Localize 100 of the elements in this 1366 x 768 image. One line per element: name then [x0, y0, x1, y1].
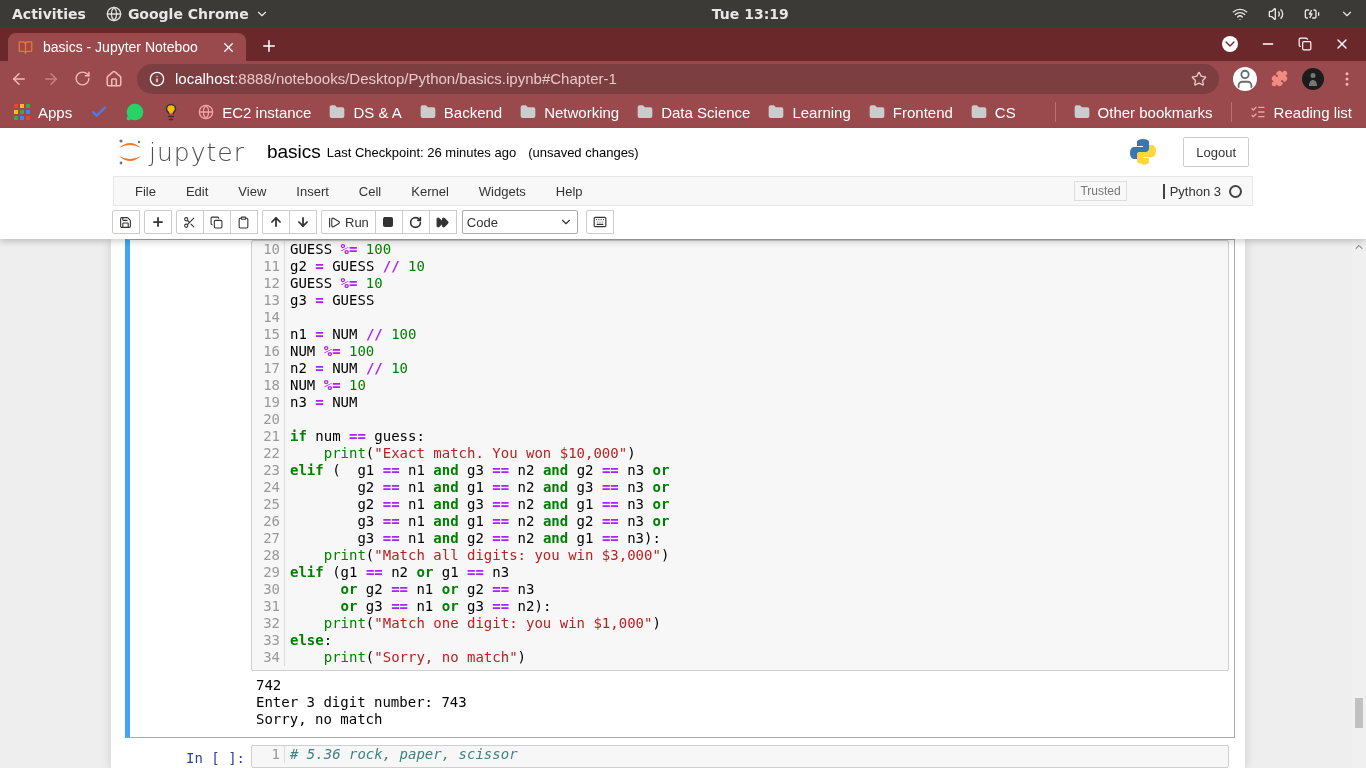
copy-button[interactable] — [203, 210, 231, 234]
menu-item[interactable]: Cell — [343, 183, 397, 199]
code-line: or g2 == n1 or g2 == n3 — [339, 581, 535, 598]
bookmark[interactable]: Data Science — [637, 103, 751, 121]
line-number: 14 — [252, 309, 285, 326]
line-number: 11 — [252, 258, 285, 275]
bookmark[interactable]: Apps — [14, 103, 73, 121]
bookmark[interactable]: CS — [970, 103, 1016, 121]
scissors-icon — [183, 215, 196, 229]
folder-icon — [868, 104, 885, 120]
line-number: 18 — [252, 377, 285, 394]
menu-item[interactable]: Widgets — [463, 183, 541, 199]
menu-item[interactable]: Help — [540, 183, 598, 199]
logout-button[interactable]: Logout — [1183, 137, 1249, 167]
clock[interactable]: Tue 13:19 — [711, 5, 789, 22]
line-number: 21 — [252, 428, 285, 445]
browser-tab[interactable]: basics - Jupyter Noteboo — [8, 33, 246, 61]
line-number: 13 — [252, 292, 285, 309]
menu-item[interactable]: Insert — [281, 183, 344, 199]
restore-icon[interactable] — [1298, 37, 1312, 51]
home-icon[interactable] — [105, 69, 123, 88]
code-line: NUM %= 100 — [289, 343, 375, 360]
menu-item[interactable]: File — [120, 183, 171, 199]
bookmark[interactable]: DS & A — [329, 103, 402, 121]
code-line: g2 = GUESS // 10 — [289, 258, 425, 275]
notebook-name[interactable]: basics — [266, 141, 321, 163]
code-line: elif ( g1 == n1 and g3 == n2 and g2 == n3 or — [289, 462, 670, 479]
code-line: g3 == n1 and g1 == n2 and g2 == n3 or — [356, 513, 670, 530]
folder-icon — [520, 104, 537, 120]
run-all-button[interactable] — [428, 210, 457, 234]
menu-item[interactable]: Edit — [170, 183, 224, 199]
chat-icon — [126, 103, 145, 121]
avatar-icon[interactable] — [1302, 67, 1324, 90]
scrollbar-thumb[interactable] — [1355, 698, 1363, 728]
code-line: NUM %= 10 — [289, 377, 366, 394]
code-line: elif (g1 == n2 or g1 == n3 — [289, 564, 510, 581]
bookmark[interactable]: Networking — [520, 103, 620, 121]
line-number: 27 — [252, 530, 285, 547]
kernel-name[interactable]: Python 3 — [1162, 183, 1221, 199]
save-icon — [119, 215, 132, 229]
notebook-cell[interactable] — [125, 239, 1235, 738]
code-line: n1 = NUM // 100 — [289, 326, 417, 343]
code-line: n3 = NUM — [289, 394, 358, 411]
line-number: 15 — [252, 326, 285, 343]
code-editor[interactable]: 1 # 5.36 rock, paper, scissor — [251, 745, 1229, 768]
cell-type-select[interactable]: Code — [461, 210, 578, 234]
folder-icon — [768, 104, 785, 120]
account-icon[interactable] — [1233, 66, 1257, 91]
keyboard-icon — [592, 215, 607, 229]
code-line: if num == guess: — [289, 428, 425, 445]
menu-item[interactable]: View — [223, 183, 282, 199]
code-line: n2 = NUM // 10 — [289, 360, 409, 377]
copy-icon — [210, 215, 223, 229]
app-menu[interactable]: Google Chrome — [105, 5, 269, 22]
code-line: print("Exact match. You won $10,000") — [322, 445, 636, 462]
move-down-button[interactable] — [289, 210, 317, 234]
folder-icon — [329, 104, 346, 120]
tab-search-icon[interactable] — [1222, 36, 1238, 52]
extensions-icon[interactable] — [1271, 70, 1288, 87]
bookmark[interactable]: Learning — [768, 103, 851, 121]
line-number: 34 — [252, 649, 285, 666]
stop-button[interactable] — [374, 210, 403, 234]
checkpoint-text: Last Checkpoint: 26 minutes ago — [326, 144, 517, 160]
address-bar[interactable]: localhost:8888/notebooks/Desktop/Python/basics.ipynb#Chapter-1 — [137, 63, 1219, 94]
restart-button[interactable] — [401, 210, 430, 234]
paste-button[interactable] — [230, 210, 258, 234]
bookmark-label: Frontend — [892, 103, 953, 121]
bookmark-label: CS — [994, 103, 1016, 121]
volume-icon[interactable] — [1268, 5, 1284, 22]
arrow-up-icon — [269, 215, 283, 229]
notebook-cell[interactable]: In [ ]: 1 # 5.36 rock, paper, scissor — [125, 744, 1235, 768]
cut-button[interactable] — [176, 210, 204, 234]
move-up-button[interactable] — [262, 210, 290, 234]
bookmark-label: EC2 instance — [222, 103, 312, 121]
notebook-icon — [18, 39, 33, 55]
activities-button[interactable]: Activities — [12, 5, 86, 22]
bookmark[interactable]: Other bookmarks — [1073, 103, 1213, 121]
add-cell-button[interactable] — [144, 210, 172, 234]
line-number: 26 — [252, 513, 285, 530]
new-tab-icon[interactable] — [260, 37, 278, 55]
code-line: # 5.36 rock, paper, scissor — [289, 746, 518, 763]
step-icon — [328, 215, 341, 229]
bookmark[interactable]: Reading list — [1249, 103, 1352, 121]
code-line: or g3 == n1 or g3 == n2): — [339, 598, 552, 615]
bookmark-label: Apps — [38, 103, 73, 121]
menu-item[interactable]: Kernel — [396, 183, 464, 199]
code-line: print("Match one digit: you win $1,000") — [322, 615, 661, 632]
save-status: (unsaved changes) — [528, 144, 639, 160]
keyboard-button[interactable] — [585, 210, 614, 234]
bookmark[interactable]: EC2 instance — [198, 103, 312, 121]
trusted-badge[interactable]: Trusted — [1074, 181, 1127, 201]
bookmark[interactable]: Frontend — [868, 103, 953, 121]
star-icon[interactable] — [1191, 70, 1207, 87]
code-editor[interactable] — [251, 240, 1229, 671]
line-number: 23 — [252, 462, 285, 479]
run-button[interactable]: Run — [321, 210, 376, 234]
save-button[interactable] — [112, 210, 140, 234]
output-line: 742 — [256, 677, 283, 694]
bookmark[interactable]: Backend — [419, 103, 503, 121]
reload-icon[interactable] — [74, 70, 91, 87]
